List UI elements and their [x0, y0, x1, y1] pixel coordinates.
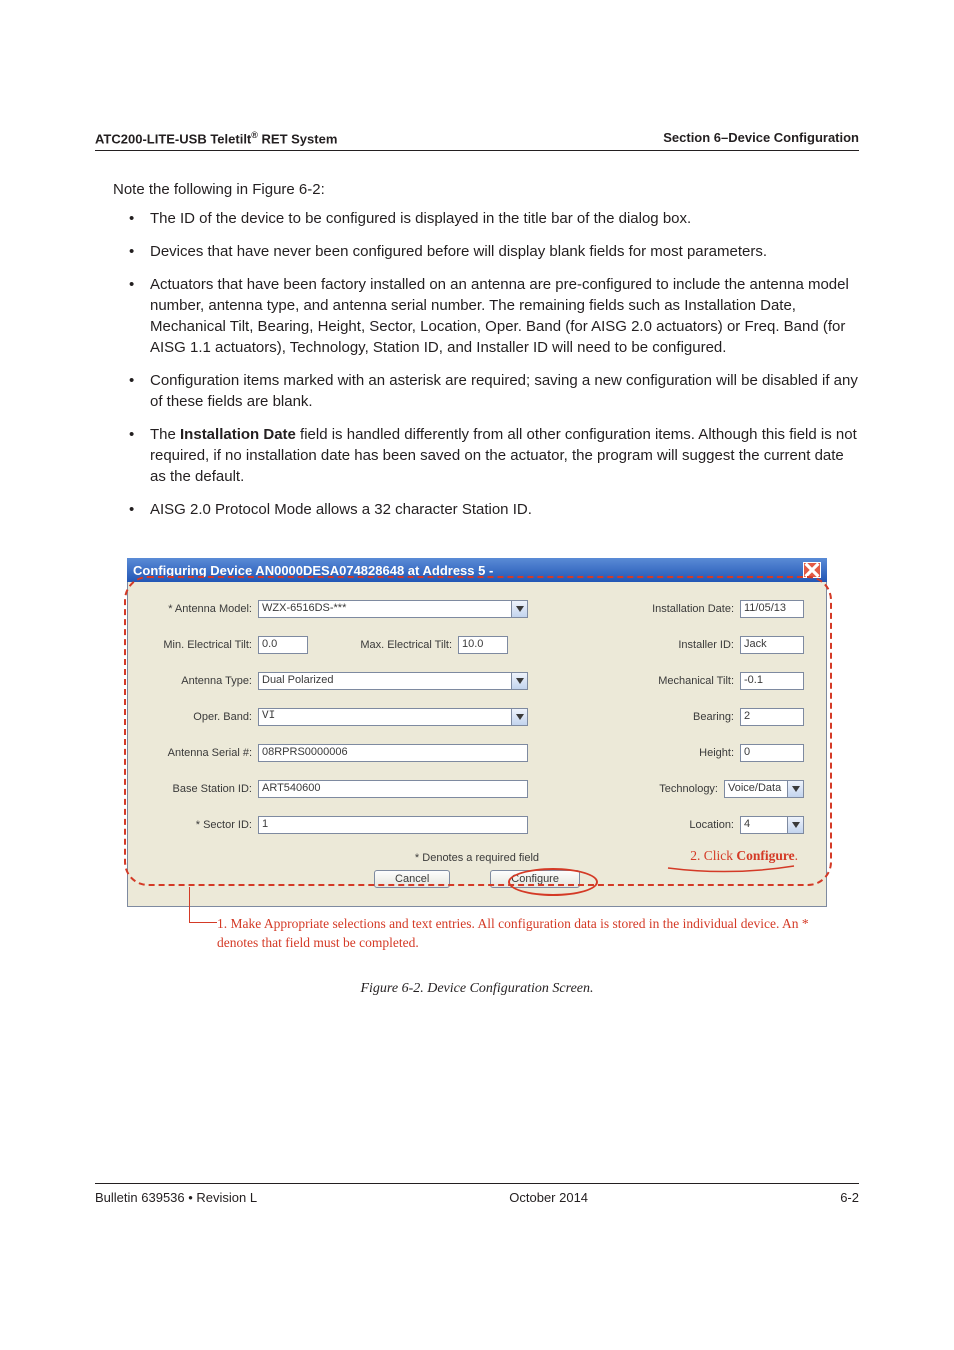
dialog-titlebar: Configuring Device AN0000DESA074828648 a…	[127, 558, 827, 582]
dialog-title: Configuring Device AN0000DESA074828648 a…	[133, 563, 493, 578]
note-item: The ID of the device to be configured is…	[125, 208, 859, 229]
page-footer: Bulletin 639536 • Revision L October 201…	[95, 1183, 859, 1205]
chevron-down-icon[interactable]	[511, 673, 527, 689]
serial-field[interactable]: 08RPRS0000006	[258, 744, 528, 762]
notes-list: The ID of the device to be configured is…	[125, 208, 859, 520]
chevron-down-icon[interactable]	[787, 781, 803, 797]
chevron-down-icon[interactable]	[511, 709, 527, 725]
note-item: Devices that have never been configured …	[125, 241, 859, 262]
annot-bold: Configure	[736, 848, 794, 863]
dialog-body: * Antenna Model: WZX-6516DS-*** Installa…	[127, 582, 827, 907]
note-item: Actuators that have been factory install…	[125, 274, 859, 358]
annot-text: .	[795, 848, 798, 863]
height-field[interactable]: 0	[740, 744, 804, 762]
configure-button[interactable]: Configure	[490, 870, 580, 888]
label-bearing: Bearing:	[632, 711, 740, 723]
label-max-tilt: Max. Electrical Tilt:	[348, 639, 458, 651]
note-bold: Installation Date	[180, 426, 296, 443]
select-value: 4	[744, 818, 750, 830]
oper-band-select[interactable]: VI	[258, 708, 528, 726]
label-min-tilt: Min. Electrical Tilt:	[150, 639, 258, 651]
select-value: WZX-6516DS-***	[262, 602, 346, 614]
install-date-field[interactable]: 11/05/13	[740, 600, 804, 618]
label-install-date: Installation Date:	[632, 603, 740, 615]
label-location: Location:	[632, 819, 740, 831]
chevron-down-icon[interactable]	[787, 817, 803, 833]
registered-mark: ®	[251, 130, 258, 140]
base-station-field[interactable]: ART540600	[258, 780, 528, 798]
select-value: VI	[262, 710, 275, 722]
note-text: The	[150, 426, 180, 443]
mech-tilt-field[interactable]: -0.1	[740, 672, 804, 690]
chevron-down-icon[interactable]	[511, 601, 527, 617]
location-select[interactable]: 4	[740, 816, 804, 834]
underline-swoosh	[666, 864, 796, 874]
callout-leader	[189, 887, 217, 923]
label-serial: Antenna Serial #:	[150, 747, 258, 759]
select-value: Voice/Data	[728, 782, 781, 794]
running-header: ATC200-LITE-USB Teletilt® RET System Sec…	[95, 130, 859, 151]
intro-line: Note the following in Figure 6-2:	[113, 181, 859, 198]
annot-text: 2. Click	[690, 848, 736, 863]
header-left: ATC200-LITE-USB Teletilt® RET System	[95, 130, 337, 146]
label-mech-tilt: Mechanical Tilt:	[632, 675, 740, 687]
product-suffix: RET System	[258, 131, 337, 146]
annotation-instructions: 1. Make Appropriate selections and text …	[127, 915, 827, 953]
label-base-station: Base Station ID:	[150, 783, 258, 795]
max-tilt-field[interactable]: 10.0	[458, 636, 508, 654]
antenna-model-select[interactable]: WZX-6516DS-***	[258, 600, 528, 618]
footer-center: October 2014	[509, 1190, 588, 1205]
antenna-type-select[interactable]: Dual Polarized	[258, 672, 528, 690]
sector-field[interactable]: 1	[258, 816, 528, 834]
label-antenna-type: Antenna Type:	[150, 675, 258, 687]
figure-caption: Figure 6-2. Device Configuration Screen.	[95, 981, 859, 997]
label-antenna-model: * Antenna Model:	[150, 603, 258, 615]
config-dialog: Configuring Device AN0000DESA074828648 a…	[127, 558, 827, 907]
annot-text: 1. Make Appropriate selections and text …	[217, 916, 809, 950]
annotation-click-configure: 2. Click Configure.	[690, 848, 798, 864]
min-tilt-field[interactable]: 0.0	[258, 636, 308, 654]
technology-select[interactable]: Voice/Data	[724, 780, 804, 798]
footer-right: 6-2	[840, 1190, 859, 1205]
label-height: Height:	[632, 747, 740, 759]
select-value: Dual Polarized	[262, 674, 334, 686]
label-technology: Technology:	[616, 783, 724, 795]
footer-left: Bulletin 639536 • Revision L	[95, 1190, 257, 1205]
label-oper-band: Oper. Band:	[150, 711, 258, 723]
note-item: The Installation Date field is handled d…	[125, 424, 859, 487]
product-name: ATC200-LITE-USB Teletilt	[95, 131, 251, 146]
bearing-field[interactable]: 2	[740, 708, 804, 726]
header-right: Section 6–Device Configuration	[663, 130, 859, 146]
label-sector: * Sector ID:	[150, 819, 258, 831]
close-icon[interactable]	[803, 562, 821, 578]
note-item: Configuration items marked with an aster…	[125, 370, 859, 412]
installer-id-field[interactable]: Jack	[740, 636, 804, 654]
callout-box	[124, 576, 832, 886]
label-installer-id: Installer ID:	[632, 639, 740, 651]
cancel-button[interactable]: Cancel	[374, 870, 450, 888]
note-item: AISG 2.0 Protocol Mode allows a 32 chara…	[125, 499, 859, 520]
